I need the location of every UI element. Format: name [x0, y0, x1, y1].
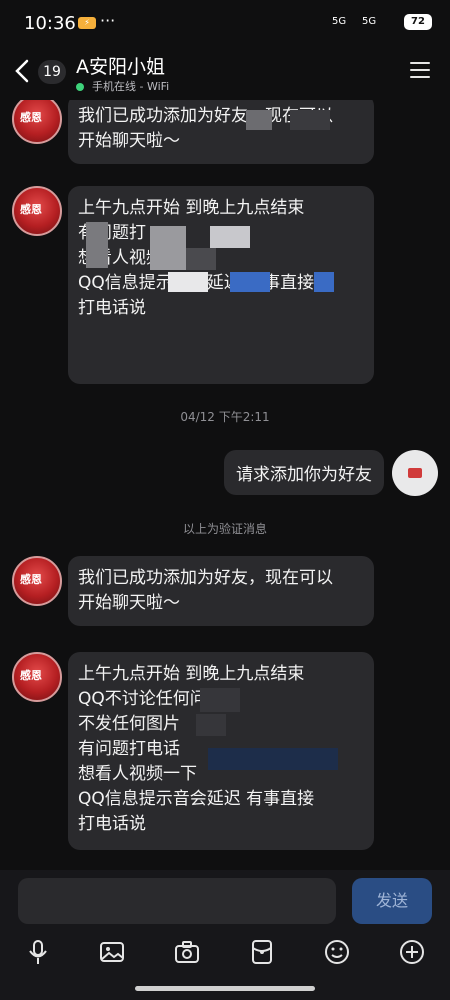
message-input[interactable] — [18, 878, 336, 924]
self-avatar[interactable] — [392, 450, 438, 496]
microphone-icon[interactable] — [24, 938, 52, 966]
signal-icon-sim1: 5G — [332, 16, 347, 27]
contact-avatar[interactable] — [12, 556, 62, 606]
send-button[interactable]: 发送 — [352, 878, 432, 924]
status-time: 10:36 — [24, 13, 76, 34]
timestamp: 04/12 下午2:11 — [180, 410, 270, 424]
image-icon[interactable] — [98, 938, 126, 966]
red-packet-icon[interactable] — [248, 938, 276, 966]
online-status-icon — [76, 83, 84, 91]
emoji-icon[interactable] — [323, 938, 351, 966]
system-notice: 以上为验证消息 — [182, 522, 267, 536]
presence-status: 手机在线 - WiFi — [92, 80, 170, 93]
more-notifications-indicator: ··· — [100, 11, 116, 30]
plus-icon[interactable] — [398, 938, 426, 966]
chat-title[interactable]: A安阳小姐 — [76, 52, 165, 79]
input-area: 发送 — [0, 870, 450, 1000]
notification-app-icon: ⚡ — [78, 17, 96, 29]
message-bubble[interactable]: 我们已成功添加为好友，现在可以 开始聊天啦～ — [68, 556, 374, 626]
unread-count-badge[interactable]: 19 — [38, 60, 66, 84]
contact-avatar[interactable] — [12, 652, 62, 702]
chat-header: 19 A安阳小姐 手机在线 - WiFi — [0, 46, 450, 100]
camera-icon[interactable] — [173, 938, 201, 966]
signal-icon-sim2: 5G — [362, 16, 377, 27]
home-indicator[interactable] — [135, 986, 315, 991]
battery-icon: 72 — [404, 14, 432, 30]
back-arrow-icon[interactable] — [12, 58, 34, 84]
menu-icon[interactable] — [410, 62, 430, 78]
contact-avatar[interactable] — [12, 100, 62, 144]
status-bar: 10:36 ⚡ ··· 5G 5G 72 — [0, 0, 450, 46]
contact-avatar[interactable] — [12, 186, 62, 236]
message-list[interactable]: 我们已成功添加为好友，现在可以 开始聊天啦～ 上午九点开始 到晚上九点结束 有问… — [0, 100, 450, 870]
self-message-bubble[interactable]: 请求添加你为好友 — [224, 450, 384, 495]
